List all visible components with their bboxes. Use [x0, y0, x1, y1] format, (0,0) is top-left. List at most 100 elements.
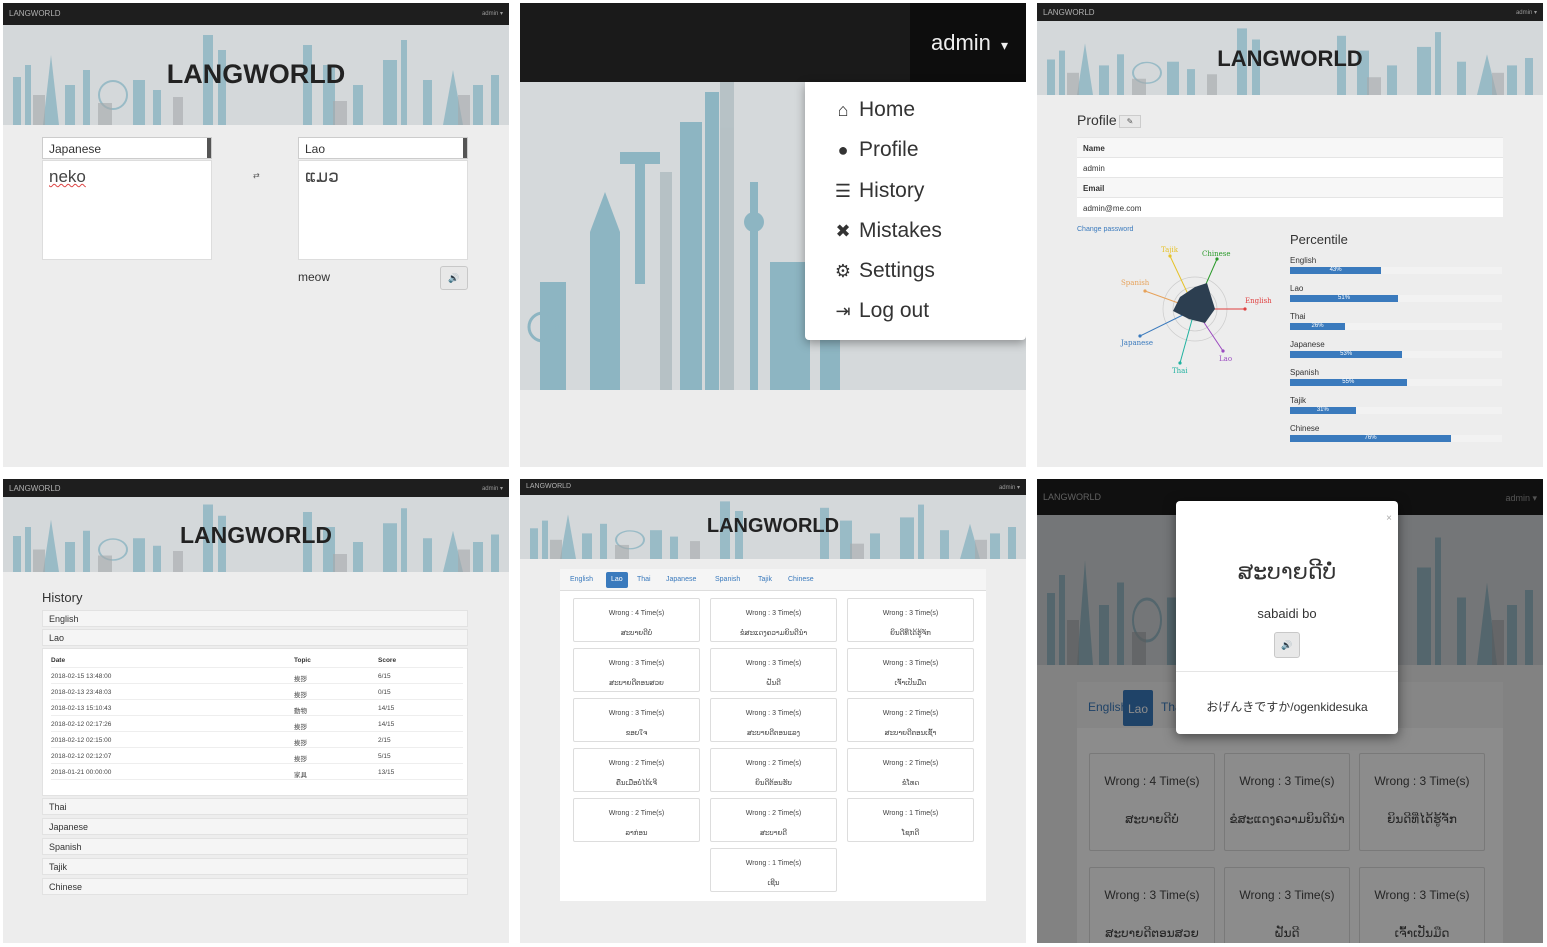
cell-topic: 挨拶 — [294, 740, 307, 747]
mistake-card[interactable]: Wrong : 3 Time(s) ສະບາຍດີຕອນແລງ — [710, 698, 837, 742]
mistake-card[interactable]: Wrong : 3 Time(s) ເຈົ້າເປັນມືດ — [847, 648, 974, 692]
accordion-chinese[interactable]: Chinese — [42, 878, 468, 895]
mistake-card[interactable]: Wrong : 1 Time(s) ເຊີນ — [710, 848, 837, 892]
brand-logo[interactable]: LANGWORLD — [1043, 8, 1095, 17]
mistake-card[interactable]: Wrong : 3 Time(s) ຍິນດີທີ່ໄດ້ຮູ້ຈັກ — [847, 598, 974, 642]
percentile-language: English — [1290, 256, 1317, 265]
percentile-language: Lao — [1290, 284, 1304, 293]
swap-languages-icon[interactable]: ⇄ — [253, 171, 260, 180]
translator-panel: LANGWORLD admin ▾ LANGWORLD Japanese nek… — [3, 3, 509, 467]
percentile-row: Spanish 55% — [1290, 368, 1502, 386]
profile-table: Name admin Email admin@me.com — [1077, 137, 1503, 217]
mistake-card[interactable]: Wrong : 2 Time(s) ຂໍໂທດ — [847, 748, 974, 792]
menu-item-label: Settings — [859, 259, 935, 282]
admin-menu-toggle[interactable]: admin ▾ — [482, 10, 503, 17]
play-audio-button[interactable]: 🔊 — [1274, 632, 1300, 658]
mistake-card[interactable]: Wrong : 3 Time(s) ຂໍສະແດງຄວາມຍິນດີນຳ — [710, 598, 837, 642]
menu-item-history[interactable]: ☰ History — [833, 176, 924, 206]
menu-item-profile[interactable]: ● Profile — [833, 135, 919, 165]
menu-item-mistakes[interactable]: ✖ Mistakes — [833, 216, 941, 246]
accordion-lao[interactable]: Lao — [42, 629, 468, 646]
edit-profile-button[interactable]: ✎ — [1119, 115, 1141, 128]
x-icon: ✖ — [835, 220, 851, 241]
cell-topic: 挨拶 — [294, 756, 307, 763]
mistake-card[interactable]: Wrong : 2 Time(s) ຄືນເມືອບໍ່ໄດ້ເຈີ — [573, 748, 700, 792]
dropdown-caret-icon — [207, 138, 211, 158]
tab-lao[interactable]: Lao — [606, 572, 628, 588]
admin-menu-toggle[interactable]: admin ▾ — [910, 3, 1026, 82]
mistake-card[interactable]: Wrong : 4 Time(s) ສະບາຍດີບໍ່ — [573, 598, 700, 642]
gear-icon: ⚙ — [834, 260, 852, 281]
menu-item-settings[interactable]: ⚙ Settings — [833, 256, 935, 286]
mistake-word: ສະບາຍດີຕອນແລງ — [746, 730, 801, 737]
cell-score: 5/15 — [378, 753, 391, 760]
mistake-card[interactable]: Wrong : 3 Time(s) ຂອບໃຈ — [573, 698, 700, 742]
user-icon: ● — [837, 139, 849, 160]
tab-thai[interactable]: Thai — [632, 572, 656, 588]
table-row: 2018-02-13 15:10:43 動物 14/15 — [51, 700, 463, 716]
accordion-thai[interactable]: Thai — [42, 798, 468, 815]
top-navbar: LANGWORLD admin ▾ — [3, 479, 509, 497]
percentile-row: Lao 51% — [1290, 284, 1502, 302]
percentile-title: Percentile — [1290, 232, 1348, 247]
top-navbar: admin ▾ — [520, 3, 1026, 82]
wrong-count: Wrong : 1 Time(s) — [882, 810, 939, 817]
langworld-logo: LANGWORLD — [179, 522, 333, 548]
cell-topic: 挨拶 — [294, 676, 307, 683]
radar-label: Tajik — [1161, 246, 1179, 254]
brand-logo[interactable]: LANGWORLD — [9, 9, 61, 18]
wrong-count: Wrong : 2 Time(s) — [608, 810, 665, 817]
mistake-card[interactable]: Wrong : 2 Time(s) ຍິນດີຕ້ອນຮັບ — [710, 748, 837, 792]
tab-japanese[interactable]: Japanese — [661, 572, 701, 588]
target-language-select[interactable]: Lao — [298, 137, 468, 159]
menu-item-home[interactable]: ⌂ Home — [833, 95, 915, 125]
close-icon[interactable]: × — [1386, 513, 1392, 524]
mistake-card[interactable]: Wrong : 2 Time(s) ສະບາຍດີຕອນເຊົ້າ — [847, 698, 974, 742]
mistake-word: ລາກ່ອນ — [625, 830, 648, 837]
mistake-card[interactable]: Wrong : 2 Time(s) ລາກ່ອນ — [573, 798, 700, 842]
mistake-card[interactable]: Wrong : 3 Time(s) ຝັນດີ — [710, 648, 837, 692]
cell-topic: 家具 — [294, 772, 307, 779]
brand-logo[interactable]: LANGWORLD — [526, 483, 571, 490]
menu-item-logout[interactable]: ⇥ Log out — [833, 296, 929, 326]
mistake-word: ໂຊກດີ — [901, 830, 920, 837]
column-score: Score — [378, 657, 397, 664]
accordion-tajik[interactable]: Tajik — [42, 858, 468, 875]
skill-radar-chart: Tajik Chinese Spanish English Japanese T… — [1120, 246, 1272, 375]
percentile-bar: 51% — [1290, 295, 1399, 302]
change-password-link[interactable]: Change password — [1077, 226, 1133, 233]
percentile-bar: 55% — [1290, 379, 1407, 386]
mistake-card[interactable]: Wrong : 2 Time(s) ສະບາຍດີ — [710, 798, 837, 842]
accordion-spanish[interactable]: Spanish — [42, 838, 468, 855]
admin-menu-toggle[interactable]: admin ▾ — [999, 484, 1020, 491]
tab-spanish[interactable]: Spanish — [710, 572, 745, 588]
mistake-card[interactable]: Wrong : 3 Time(s) ສະບາຍດີຕອນສວຍ — [573, 648, 700, 692]
tab-tajik[interactable]: Tajik — [753, 572, 777, 588]
history-panel: LANGWORLD admin ▾ LANGWORLD History Engl… — [3, 479, 509, 943]
admin-menu-toggle[interactable]: admin ▾ — [482, 485, 503, 492]
mistake-word: ຍິນດີທີ່ໄດ້ຮູ້ຈັກ — [890, 630, 931, 637]
play-audio-button[interactable]: 🔊 — [440, 266, 468, 290]
brand-logo[interactable]: LANGWORLD — [9, 484, 61, 493]
radar-label: English — [1245, 297, 1272, 305]
cell-topic: 挨拶 — [294, 724, 307, 731]
accordion-english[interactable]: English — [42, 610, 468, 627]
tab-chinese[interactable]: Chinese — [783, 572, 819, 588]
banner: LANGWORLD — [520, 495, 1026, 559]
profile-panel: LANGWORLD admin ▾ LANGWORLD Profile ✎ Na… — [1037, 3, 1543, 467]
top-navbar: LANGWORLD admin ▾ — [520, 479, 1026, 495]
mistake-word: ສະບາຍດີບໍ່ — [620, 630, 653, 637]
banner: LANGWORLD — [3, 497, 509, 572]
accordion-japanese[interactable]: Japanese — [42, 818, 468, 835]
percentile-row: Chinese 76% — [1290, 424, 1502, 442]
source-language-select[interactable]: Japanese — [42, 137, 212, 159]
wrong-count: Wrong : 3 Time(s) — [745, 710, 802, 717]
source-text-input[interactable]: neko — [42, 160, 212, 260]
tab-english[interactable]: English — [565, 572, 598, 588]
table-header: Date Topic Score — [51, 652, 463, 668]
radar-label: Japanese — [1120, 339, 1153, 347]
mistake-card[interactable]: Wrong : 1 Time(s) ໂຊກດີ — [847, 798, 974, 842]
cell-score: 6/15 — [378, 673, 391, 680]
target-text-value: ແມວ — [305, 167, 339, 186]
admin-menu-toggle[interactable]: admin ▾ — [1516, 9, 1537, 16]
